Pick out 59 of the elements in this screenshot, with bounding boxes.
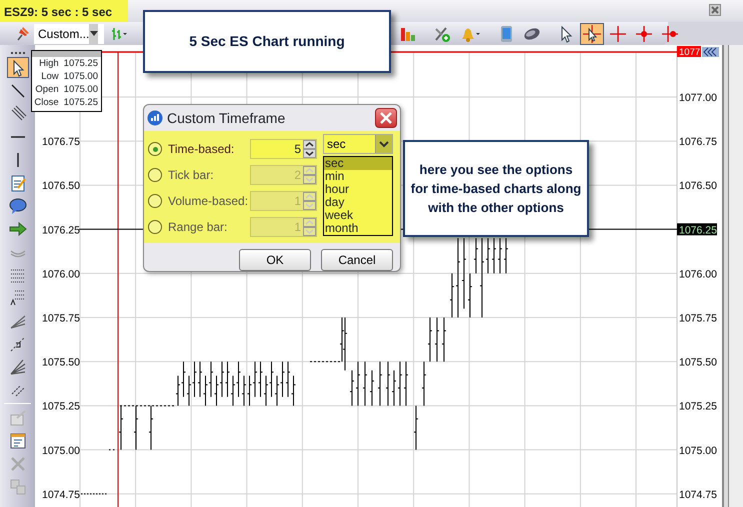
price-label: 1074.75	[679, 488, 717, 501]
close-button[interactable]	[709, 4, 721, 16]
dropdown-option[interactable]: day	[324, 196, 392, 209]
option-label: Tick bar:	[168, 167, 215, 184]
callout: 5 Sec ES Chart running	[143, 10, 391, 73]
ohlc-label: Close	[34, 96, 59, 109]
callout: here you see the options for time-based charts along with the other options	[403, 140, 589, 237]
dropdown-option[interactable]: month	[324, 222, 392, 235]
price-label: 1076.00	[679, 268, 717, 280]
dialog-title: Custom Timeframe	[167, 108, 286, 128]
price-label: 1075.00	[42, 444, 80, 457]
ohlc-value: 1075.00	[64, 83, 98, 96]
app-icon	[147, 110, 163, 126]
unit-dropdown[interactable]: sec	[323, 134, 393, 154]
option-label: Range bar:	[168, 219, 228, 236]
price-label: 1075.25	[42, 400, 80, 413]
caret-icon	[379, 140, 389, 148]
price-label: 1075.50	[42, 356, 80, 369]
price-label: 1076.00	[42, 268, 80, 280]
caret-icon	[90, 31, 98, 36]
timeframe-dropdown[interactable]: Custom...	[34, 24, 104, 44]
close-button[interactable]	[375, 108, 397, 128]
dropdown-option[interactable]: week	[324, 209, 392, 222]
current-price-label: 1076.25	[677, 223, 717, 236]
spin-arrows-icon[interactable]	[303, 140, 316, 158]
option-label: Time-based:	[168, 141, 236, 158]
ok-button[interactable]: OK	[239, 249, 311, 271]
dropdown-option[interactable]: min	[324, 170, 392, 183]
close-icon	[380, 112, 392, 124]
splitter-bar[interactable]	[722, 45, 743, 507]
price-label: 1075.75	[679, 312, 717, 324]
price-label: 1076.50	[42, 180, 80, 192]
pointer-icon[interactable]	[6, 57, 28, 78]
scroll-left-icon[interactable]	[702, 47, 719, 57]
price-label: 1077.00	[679, 92, 717, 104]
ohlc-label: Low	[41, 70, 59, 83]
price-label: 1076.50	[679, 180, 717, 192]
option-label: Volume-based:	[168, 193, 250, 210]
cancel-button[interactable]: Cancel	[321, 249, 393, 271]
price-label: 1075.50	[679, 356, 717, 369]
dropdown-option[interactable]: hour	[324, 183, 392, 196]
dropdown-option[interactable]: sec	[324, 157, 392, 170]
price-label: 1076.75	[42, 136, 80, 148]
window-title: ESZ9: 5 sec : 5 sec	[0, 0, 128, 22]
price-label: 1076.75	[679, 136, 717, 148]
price-label: 1076.25	[42, 224, 80, 236]
number-field[interactable]: 5	[250, 139, 317, 159]
price-label: 1074.75	[42, 488, 80, 501]
crosshair-pointer-icon[interactable]	[580, 22, 604, 44]
price-label: 1075.75	[42, 312, 80, 324]
price-marker: 1077	[677, 46, 701, 58]
ohlc-label: Open	[35, 83, 59, 96]
ohlc-label: High	[39, 57, 59, 70]
ohlc-value: 1075.00	[64, 70, 98, 83]
radio-button[interactable]	[148, 142, 162, 156]
ohlc-value: 1075.25	[64, 96, 98, 109]
price-label: 1075.00	[679, 444, 717, 457]
price-label: 1075.25	[679, 400, 717, 413]
ohlc-value: 1075.25	[64, 57, 98, 70]
